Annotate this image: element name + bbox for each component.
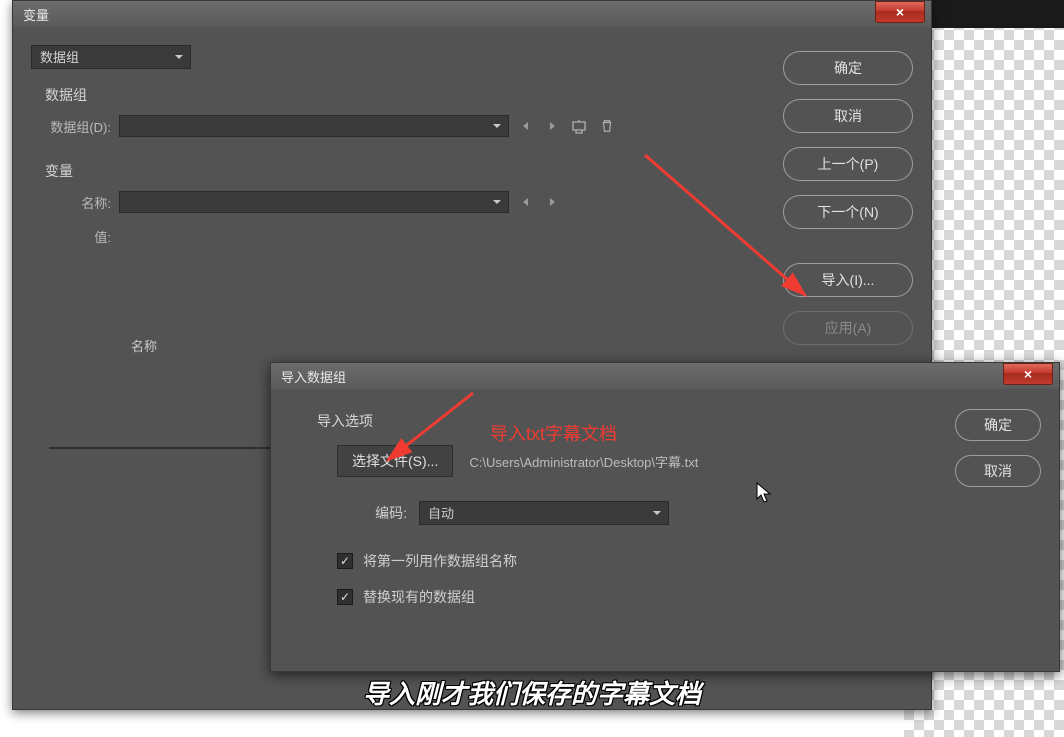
check-icon: ✓	[340, 590, 350, 604]
next-arrow-icon[interactable]	[543, 117, 561, 135]
import-cancel-button[interactable]: 取消	[955, 455, 1041, 487]
import-button[interactable]: 导入(I)...	[783, 263, 913, 297]
import-title: 导入数据组	[281, 367, 346, 386]
select-file-button[interactable]: 选择文件(S)...	[337, 445, 453, 477]
close-icon: ×	[1024, 366, 1032, 382]
import-side-buttons: 确定 取消	[955, 409, 1041, 487]
save-floppy-icon[interactable]	[569, 116, 589, 136]
checkbox-replace[interactable]: ✓	[337, 589, 353, 605]
import-titlebar[interactable]: 导入数据组 ×	[271, 363, 1059, 389]
datagroup-select[interactable]	[119, 115, 509, 137]
value-field-label: 值:	[55, 227, 111, 246]
type-selector-wrap: 数据组	[31, 45, 191, 69]
variables-title: 变量	[23, 5, 49, 24]
name-prev-arrow-icon[interactable]	[517, 193, 535, 211]
check-icon: ✓	[340, 554, 350, 568]
file-path-text: C:\Users\Administrator\Desktop\字幕.txt	[469, 452, 698, 471]
close-icon: ×	[896, 4, 904, 20]
prev-arrow-icon[interactable]	[517, 117, 535, 135]
cancel-button[interactable]: 取消	[783, 99, 913, 133]
import-body: 导入选项 选择文件(S)... C:\Users\Administrator\D…	[271, 389, 1059, 671]
encode-label: 编码:	[337, 503, 407, 523]
type-selector[interactable]: 数据组	[31, 45, 191, 69]
annotation-red-text: 导入txt字幕文档	[490, 420, 617, 446]
datagroup-label: 数据组(D):	[31, 117, 111, 136]
checkbox-replace-label: 替换现有的数据组	[363, 587, 475, 607]
encode-select[interactable]: 自动	[419, 501, 669, 525]
import-close-button[interactable]: ×	[1003, 363, 1053, 385]
name-select[interactable]	[119, 191, 509, 213]
next-button[interactable]: 下一个(N)	[783, 195, 913, 229]
prev-button[interactable]: 上一个(P)	[783, 147, 913, 181]
ok-button[interactable]: 确定	[783, 51, 913, 85]
variables-titlebar[interactable]: 变量 ×	[13, 1, 931, 27]
main-side-buttons: 确定 取消 上一个(P) 下一个(N) 导入(I)... 应用(A)	[783, 51, 913, 345]
close-button[interactable]: ×	[875, 1, 925, 23]
checkbox-first-col[interactable]: ✓	[337, 553, 353, 569]
import-options-label: 导入选项	[317, 411, 1033, 431]
apply-button[interactable]: 应用(A)	[783, 311, 913, 345]
import-dialog: 导入数据组 × 导入选项 选择文件(S)... C:\Users\Adminis…	[270, 362, 1060, 672]
name-field-label: 名称:	[55, 193, 111, 212]
checkbox-first-col-label: 将第一列用作数据组名称	[363, 551, 517, 571]
trash-icon[interactable]	[597, 116, 617, 136]
import-ok-button[interactable]: 确定	[955, 409, 1041, 441]
list-header-name: 名称	[31, 336, 913, 355]
name-next-arrow-icon[interactable]	[543, 193, 561, 211]
